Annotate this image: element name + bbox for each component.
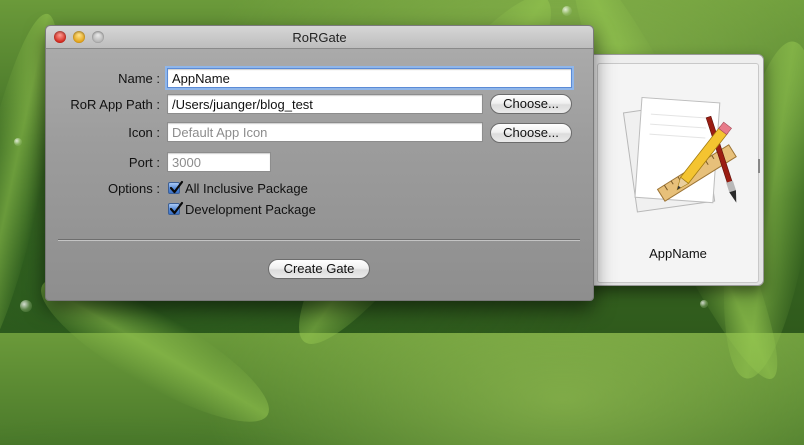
water-drop bbox=[20, 300, 32, 312]
water-drop bbox=[14, 138, 22, 146]
icon-label: Icon : bbox=[128, 125, 160, 140]
name-label: Name : bbox=[118, 71, 160, 86]
choose-path-button[interactable]: Choose... bbox=[490, 94, 572, 114]
water-drop bbox=[562, 6, 572, 16]
all-inclusive-checkbox[interactable] bbox=[168, 180, 184, 194]
create-gate-button[interactable]: Create Gate bbox=[268, 259, 370, 279]
icon-input[interactable]: Default App Icon bbox=[167, 122, 483, 142]
water-drop bbox=[700, 300, 708, 308]
port-input[interactable]: 3000 bbox=[167, 152, 271, 172]
window-title: RoRGate bbox=[292, 30, 347, 45]
checkmark-icon bbox=[169, 201, 184, 215]
name-input[interactable]: AppName bbox=[167, 68, 572, 88]
checkmark-icon bbox=[169, 180, 184, 194]
rorgate-window: RoRGate Name : AppName RoR App Path : /U… bbox=[45, 25, 594, 301]
separator bbox=[58, 239, 580, 241]
port-label: Port : bbox=[128, 155, 160, 170]
options-label: Options : bbox=[107, 181, 160, 196]
icon-preview-drawer: AppName bbox=[586, 54, 764, 286]
app-name-caption: AppName bbox=[649, 246, 707, 261]
drawer-resize-handle[interactable] bbox=[758, 159, 760, 173]
development-package-checkbox[interactable] bbox=[168, 201, 184, 215]
ror-app-path-input[interactable]: /Users/juanger/blog_test bbox=[167, 94, 483, 114]
choose-icon-button[interactable]: Choose... bbox=[490, 123, 572, 143]
development-package-label[interactable]: Development Package bbox=[185, 202, 316, 217]
title-bar[interactable]: RoRGate bbox=[46, 26, 593, 49]
app-document-pencil-ruler-icon bbox=[622, 96, 737, 213]
icon-preview-panel: AppName bbox=[597, 63, 759, 283]
all-inclusive-label[interactable]: All Inclusive Package bbox=[185, 181, 308, 196]
ror-app-path-label: RoR App Path : bbox=[70, 97, 160, 112]
